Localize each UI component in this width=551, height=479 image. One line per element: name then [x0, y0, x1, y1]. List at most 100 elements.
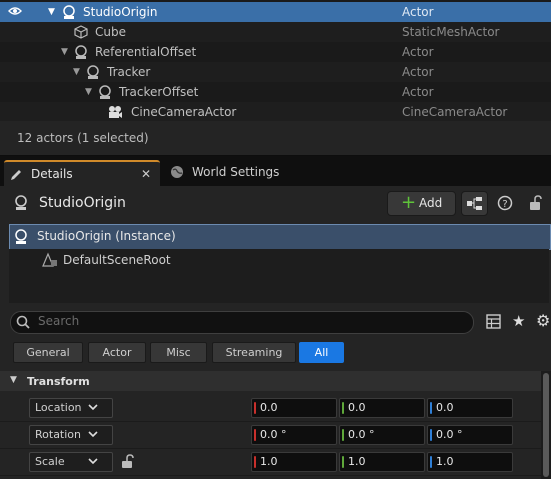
property-label: Rotation	[35, 428, 82, 441]
component-label: StudioOrigin (Instance)	[37, 229, 176, 243]
outliner-type: Actor	[402, 45, 434, 59]
svg-text:?: ?	[502, 199, 507, 210]
value-text: 1.0	[260, 455, 278, 468]
collapse-caret-icon[interactable]: ▼	[10, 375, 17, 385]
blueprint-hierarchy-button[interactable]	[461, 191, 488, 216]
chevron-down-icon	[88, 458, 98, 465]
outliner-name: StudioOrigin	[83, 5, 158, 19]
scale-lock-icon[interactable]	[121, 454, 135, 469]
plus-icon: +	[401, 192, 417, 213]
actor-icon	[75, 45, 87, 59]
cine-camera-icon	[109, 106, 122, 118]
scrollbar-thumb[interactable]	[543, 373, 549, 477]
outliner-name: TrackerOffset	[119, 85, 199, 99]
globe-icon	[171, 166, 183, 178]
outliner-row-cube[interactable]: Cube StaticMeshActor	[0, 22, 551, 42]
visibility-eye-icon[interactable]	[8, 6, 22, 16]
value-text: 0.0	[348, 401, 366, 414]
location-dropdown[interactable]: Location	[29, 398, 113, 418]
actor-icon	[15, 195, 27, 210]
outliner-name: ReferentialOffset	[95, 45, 197, 59]
rotation-x-field[interactable]: 0.0 °	[251, 425, 337, 445]
expand-caret-icon[interactable]: ▼	[85, 82, 92, 102]
components-tree: DefaultSceneRoot	[9, 249, 549, 303]
selected-actor-name[interactable]: StudioOrigin	[39, 195, 126, 211]
section-title: Transform	[27, 375, 90, 388]
value-text: 0.0 °	[260, 428, 287, 441]
tab-details[interactable]: Details ✕	[4, 160, 160, 188]
value-text: 0.0 °	[348, 428, 375, 441]
outliner-type: CineCameraActor	[402, 105, 508, 119]
actor-icon	[99, 85, 111, 99]
location-x-field[interactable]: 0.0	[251, 398, 337, 418]
expand-caret-icon[interactable]: ▼	[61, 42, 68, 62]
scene-root-icon	[42, 252, 57, 267]
settings-gear-icon[interactable]: ⚙	[536, 311, 550, 330]
outliner-row-tracker[interactable]: ▼ Tracker Actor	[0, 62, 551, 82]
outliner-status-bar: 12 actors (1 selected)	[0, 121, 551, 156]
filter-all[interactable]: All	[299, 342, 344, 363]
scale-x-field[interactable]: 1.0	[251, 452, 337, 472]
favorites-star-icon[interactable]: ★	[512, 312, 525, 330]
add-label: Add	[419, 196, 443, 210]
help-icon[interactable]: ?	[497, 195, 513, 211]
expand-caret-icon[interactable]: ▼	[73, 62, 80, 82]
scale-z-field[interactable]: 1.0	[427, 452, 513, 472]
filter-streaming[interactable]: Streaming	[212, 342, 296, 363]
component-row-instance[interactable]: StudioOrigin (Instance)	[9, 224, 551, 250]
filter-actor[interactable]: Actor	[88, 342, 146, 363]
chevron-down-icon	[88, 431, 98, 438]
property-row-rotation: Rotation 0.0 ° 0.0 ° 0.0 °	[0, 422, 541, 449]
actor-count: 12 actors (1 selected)	[17, 131, 149, 145]
outliner-row-referentialoffset[interactable]: ▼ ReferentialOffset Actor	[0, 42, 551, 62]
details-search-input[interactable]: Search	[10, 311, 474, 334]
property-label: Location	[35, 401, 82, 414]
rotation-y-field[interactable]: 0.0 °	[339, 425, 425, 445]
value-text: 0.0	[436, 401, 454, 414]
rotation-z-field[interactable]: 0.0 °	[427, 425, 513, 445]
details-pencil-icon	[11, 170, 21, 180]
hierarchy-icon	[467, 197, 482, 210]
actor-icon	[87, 65, 99, 79]
tab-label: Details	[31, 167, 73, 181]
location-y-field[interactable]: 0.0	[339, 398, 425, 418]
add-component-button[interactable]: + Add	[387, 191, 456, 216]
component-row-defaultsceneroot[interactable]: DefaultSceneRoot	[63, 253, 171, 267]
outliner-row-cinecameraactor[interactable]: CineCameraActor CineCameraActor	[0, 102, 551, 122]
outliner-row-studioorigin[interactable]: ▼ StudioOrigin Actor	[0, 2, 551, 22]
outliner-name: Tracker	[107, 65, 151, 79]
static-mesh-icon	[74, 25, 88, 39]
property-row-location: Location 0.0 0.0 0.0	[0, 395, 541, 422]
property-row-scale: Scale 1.0 1.0 1.0	[0, 449, 541, 476]
value-text: 1.0	[348, 455, 366, 468]
value-text: 0.0 °	[436, 428, 463, 441]
actor-icon	[63, 5, 75, 19]
rotation-dropdown[interactable]: Rotation	[29, 425, 113, 445]
outliner-row-trackeroffset[interactable]: ▼ TrackerOffset Actor	[0, 82, 551, 102]
tab-label: World Settings	[192, 165, 280, 179]
value-text: 0.0	[260, 401, 278, 414]
actor-icon	[15, 229, 27, 244]
world-outliner: ▼ StudioOrigin Actor Cube StaticMeshActo…	[0, 0, 551, 122]
expand-caret-icon[interactable]: ▼	[48, 2, 55, 22]
chevron-down-icon	[88, 404, 98, 411]
property-matrix-icon[interactable]	[486, 314, 501, 329]
scale-dropdown[interactable]: Scale	[29, 452, 113, 472]
location-z-field[interactable]: 0.0	[427, 398, 513, 418]
property-label: Scale	[35, 455, 65, 468]
details-scrollbar[interactable]	[541, 371, 551, 479]
panel-tab-bar: Details ✕ World Settings	[0, 156, 551, 188]
outliner-type: StaticMeshActor	[402, 25, 500, 39]
unlock-icon[interactable]	[529, 195, 543, 211]
outliner-type: Actor	[402, 5, 434, 19]
filter-misc[interactable]: Misc	[150, 342, 207, 363]
outliner-name: Cube	[95, 25, 126, 39]
scale-y-field[interactable]: 1.0	[339, 452, 425, 472]
outliner-name: CineCameraActor	[131, 105, 237, 119]
transform-section-header[interactable]: ▼ Transform	[0, 371, 541, 391]
filter-general[interactable]: General	[13, 342, 83, 363]
tab-world-settings[interactable]: World Settings	[164, 160, 294, 186]
close-tab-icon[interactable]: ✕	[141, 162, 151, 186]
search-icon	[16, 315, 30, 329]
outliner-type: Actor	[402, 65, 434, 79]
